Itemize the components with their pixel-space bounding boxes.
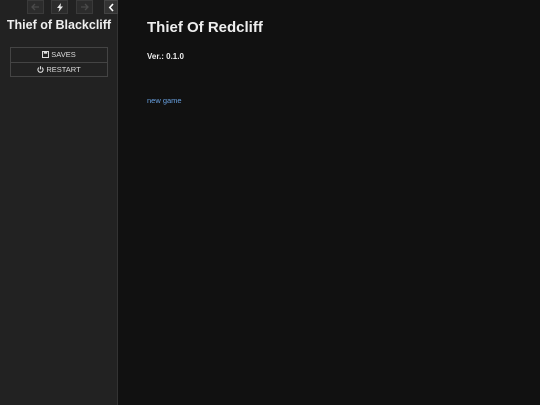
sidebar-toggle-button[interactable] xyxy=(104,0,118,14)
history-jump-button[interactable] xyxy=(51,0,68,14)
restart-button[interactable]: RESTART xyxy=(11,62,107,76)
version-text: Ver.: 0.1.0 xyxy=(147,52,184,61)
saves-button[interactable]: SAVES xyxy=(11,48,107,62)
story-menu: SAVES RESTART xyxy=(10,47,108,77)
history-forward-button[interactable] xyxy=(76,0,93,14)
power-icon xyxy=(37,66,44,73)
arrow-left-icon xyxy=(31,3,39,11)
saves-label: SAVES xyxy=(51,50,76,59)
lightning-icon xyxy=(56,3,63,12)
page-title: Thief Of Redcliff xyxy=(147,19,263,36)
restart-label: RESTART xyxy=(46,65,81,74)
sidebar: Thief of Blackcliff SAVES RESTART xyxy=(0,0,118,405)
save-icon xyxy=(42,51,50,58)
arrow-right-icon xyxy=(81,3,89,11)
history-back-button[interactable] xyxy=(27,0,44,14)
new-game-link[interactable]: new game xyxy=(147,96,182,105)
history-controls xyxy=(0,0,118,15)
chevron-left-icon xyxy=(108,3,114,12)
story-title: Thief of Blackcliff xyxy=(6,18,112,32)
